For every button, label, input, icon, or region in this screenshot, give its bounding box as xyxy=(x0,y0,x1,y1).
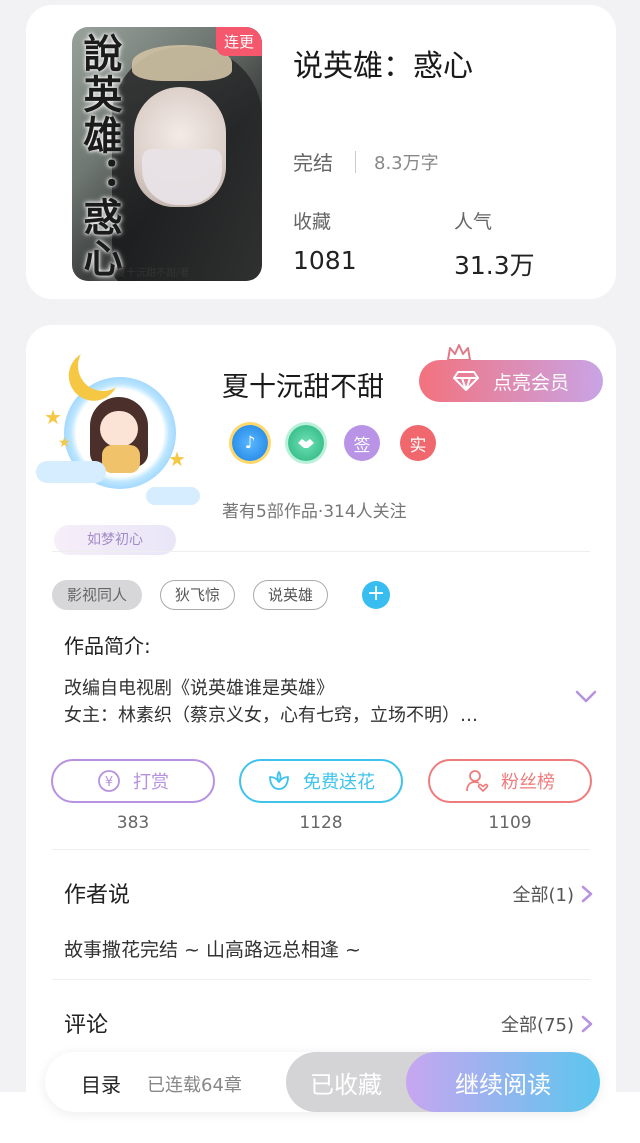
yuan-coin-icon: ¥ xyxy=(98,770,120,792)
tag-item[interactable]: 影视同人 xyxy=(52,580,143,610)
vip-button-label: 点亮会员 xyxy=(492,371,569,394)
author-avatar[interactable]: ★ ★ ★ 如梦初心 xyxy=(30,335,210,555)
popularity-stat: 人气 31.3万 xyxy=(454,207,535,282)
book-status: 完结 xyxy=(293,151,333,175)
fan-count: 1109 xyxy=(488,813,532,833)
author-and-details-card: ★ ★ ★ 如梦初心 夏十沅甜不甜 点亮会员 ♪ 签 实 著有5部作品·314人… xyxy=(26,325,616,1143)
comments-more-link[interactable]: 全部(75) xyxy=(501,1011,594,1037)
add-tag-icon[interactable]: + xyxy=(362,581,391,609)
author-say-title: 作者说 xyxy=(64,883,131,908)
bottom-action-bar: 目录 已连载64章 已收藏 继续阅读 xyxy=(45,1052,600,1112)
star-icon: ★ xyxy=(58,435,71,451)
chevron-right-icon xyxy=(581,885,593,903)
intro-text[interactable]: 改编自电视剧《说英雄谁是英雄》 女主：林素织（蔡京义女，心有七窍，立场不明）… xyxy=(64,675,564,729)
star-icon: ★ xyxy=(44,405,62,429)
flower-icon xyxy=(269,771,289,790)
continue-reading-button[interactable]: 继续阅读 xyxy=(406,1052,600,1112)
book-info-card: 說英雄：惑心 夏十沅甜不甜/著 连更 说英雄：惑心 完结 8.3万字 收藏 10… xyxy=(26,5,616,299)
comments-more-label: 全部(75) xyxy=(501,1015,574,1036)
svg-text:¥: ¥ xyxy=(105,775,113,790)
reward-count: 383 xyxy=(116,813,150,833)
chapter-count: 已连载64章 xyxy=(147,1075,242,1096)
cover-author: 夏十沅甜不甜/著 xyxy=(116,268,190,279)
signed-badge[interactable]: 签 xyxy=(344,425,380,461)
fan-ranking-label: 粉丝榜 xyxy=(501,772,555,793)
ongoing-badge: 连更 xyxy=(215,27,262,56)
cloud-decoration xyxy=(146,487,200,505)
cover-title: 說英雄：惑心 xyxy=(77,33,123,279)
collect-value: 1081 xyxy=(293,246,357,275)
chevron-right-icon xyxy=(581,1015,593,1033)
divider xyxy=(52,849,590,850)
author-say-more-label: 全部(1) xyxy=(512,885,575,906)
collect-label: 收藏 xyxy=(293,211,332,233)
vip-membership-button[interactable]: 点亮会员 xyxy=(419,360,603,402)
author-say-more-link[interactable]: 全部(1) xyxy=(513,881,595,907)
intro-line: 改编自电视剧《说英雄谁是英雄》 xyxy=(64,678,334,699)
send-flower-label: 免费送花 xyxy=(303,772,375,793)
book-title: 说英雄：惑心 xyxy=(293,49,473,84)
popularity-value: 31.3万 xyxy=(454,251,535,280)
collected-label: 已收藏 xyxy=(310,1070,382,1099)
tag-item[interactable]: 狄飞惊 xyxy=(160,580,236,610)
diamond-icon xyxy=(452,371,479,391)
table-of-contents-button[interactable]: 目录 xyxy=(81,1069,121,1098)
tag-item[interactable]: 说英雄 xyxy=(253,580,329,610)
intro-line: 女主：林素织（蔡京义女，心有七窍，立场不明）… xyxy=(64,705,478,726)
continue-reading-label: 继续阅读 xyxy=(455,1070,551,1099)
comments-title: 评论 xyxy=(64,1013,109,1038)
divider xyxy=(52,979,590,980)
flower-count: 1128 xyxy=(299,813,343,833)
cloud-decoration xyxy=(36,461,106,483)
author-name[interactable]: 夏十沅甜不甜 xyxy=(222,365,384,404)
reward-label: 打赏 xyxy=(133,772,169,793)
music-badge-icon[interactable]: ♪ xyxy=(232,425,268,461)
user-heart-icon xyxy=(466,770,489,792)
send-flower-button[interactable]: 免费送花 xyxy=(239,759,403,803)
book-cover-image[interactable]: 說英雄：惑心 夏十沅甜不甜/著 连更 xyxy=(72,27,262,281)
verified-badge[interactable]: 实 xyxy=(400,425,436,461)
handshake-badge-icon[interactable] xyxy=(288,425,324,461)
fan-ranking-button[interactable]: 粉丝榜 xyxy=(428,759,592,803)
word-count: 8.3万字 xyxy=(374,152,439,174)
divider xyxy=(355,150,356,173)
intro-label: 作品简介: xyxy=(64,634,151,658)
divider xyxy=(52,551,590,552)
tag-list: 影视同人 狄飞惊 说英雄 + xyxy=(52,580,391,610)
reward-button[interactable]: ¥ 打赏 xyxy=(51,759,215,803)
author-meta: 著有5部作品·314人关注 xyxy=(222,502,407,522)
collect-stat: 收藏 1081 xyxy=(293,207,357,275)
book-status-row: 完结 8.3万字 xyxy=(293,147,439,176)
popularity-label: 人气 xyxy=(454,211,493,233)
chevron-down-icon[interactable] xyxy=(574,689,598,705)
star-icon: ★ xyxy=(168,447,186,471)
author-say-content: 故事撒花完结 ~ 山高路远总相逢 ~ xyxy=(64,939,361,961)
author-badges: ♪ 签 实 xyxy=(232,425,436,461)
